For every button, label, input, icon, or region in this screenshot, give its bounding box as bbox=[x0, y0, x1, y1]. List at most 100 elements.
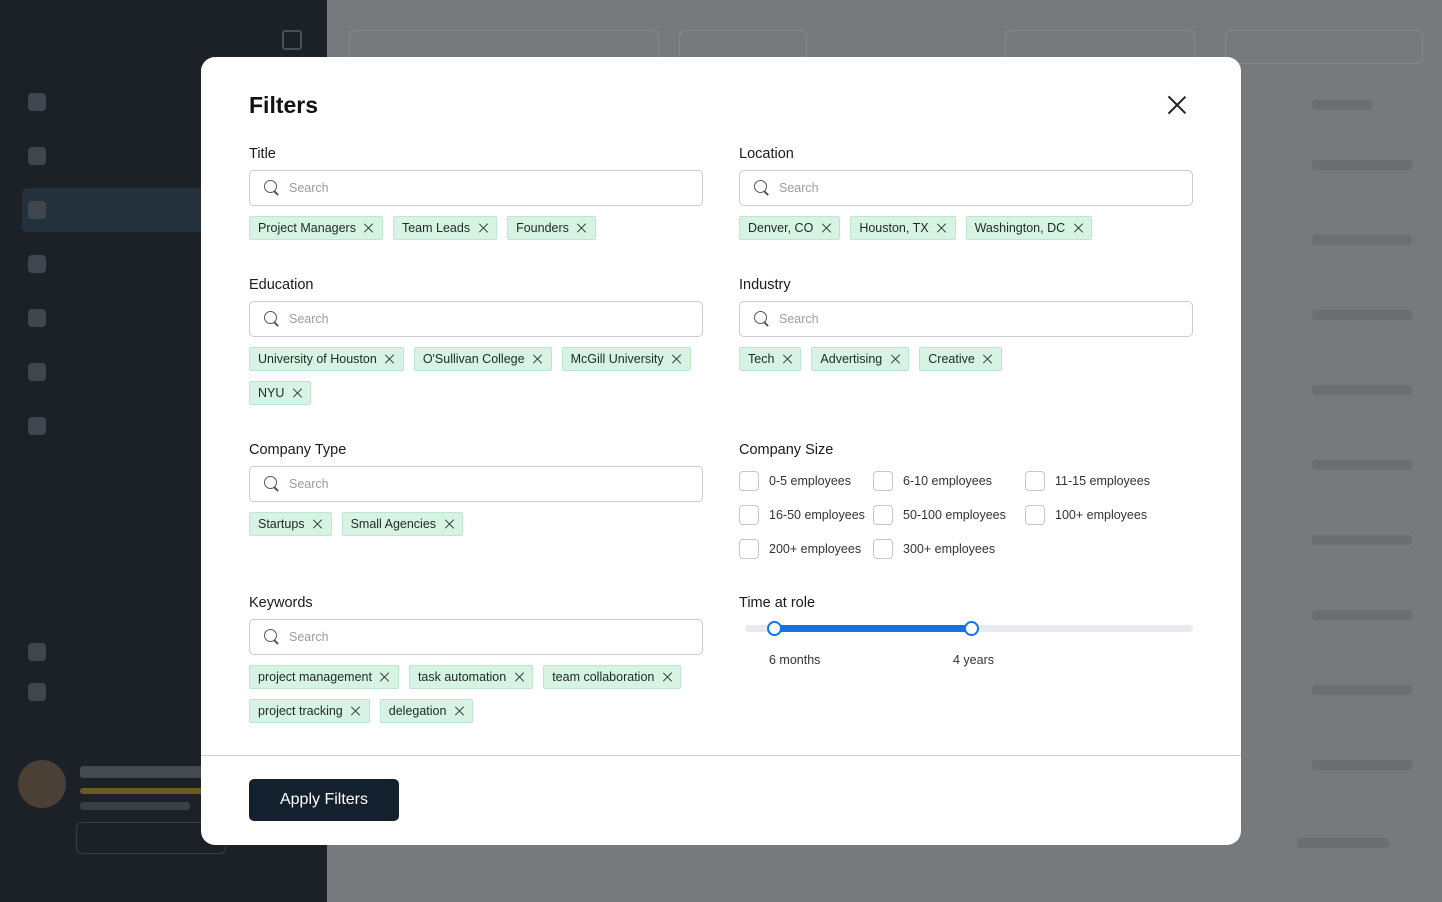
chip-list: Project Managers Team Leads Founders bbox=[249, 216, 703, 240]
location-search-input[interactable] bbox=[779, 181, 1159, 195]
size-option[interactable]: 100+ employees bbox=[1025, 504, 1185, 526]
keywords-search-field[interactable] bbox=[249, 619, 703, 655]
industry-search-field[interactable] bbox=[739, 301, 1193, 337]
nav-icon bbox=[28, 683, 46, 701]
filter-chip: project tracking bbox=[249, 699, 370, 723]
search-icon bbox=[264, 476, 280, 492]
location-search-field[interactable] bbox=[739, 170, 1193, 206]
chip-label: Denver, CO bbox=[748, 221, 814, 235]
filter-chip: Houston, TX bbox=[850, 216, 956, 240]
checkbox-label: 16-50 employees bbox=[769, 508, 865, 522]
checkbox[interactable] bbox=[1025, 471, 1045, 491]
table-cell-placeholder bbox=[1312, 385, 1412, 395]
chip-label: project tracking bbox=[258, 704, 343, 718]
remove-chip-icon[interactable] bbox=[533, 354, 543, 364]
time-at-role-slider[interactable]: 6 months 4 years bbox=[745, 621, 1193, 685]
remove-chip-icon[interactable] bbox=[672, 354, 682, 364]
size-option[interactable]: 50-100 employees bbox=[873, 504, 1025, 526]
remove-chip-icon[interactable] bbox=[1073, 223, 1083, 233]
chip-label: Founders bbox=[516, 221, 569, 235]
size-option[interactable]: 16-50 employees bbox=[739, 504, 873, 526]
slider-max-handle[interactable] bbox=[964, 621, 980, 636]
industry-filter: Industry Tech Advertising Creative bbox=[739, 277, 1193, 371]
size-option[interactable]: 200+ employees bbox=[739, 538, 873, 560]
nav-icon bbox=[28, 643, 46, 661]
table-cell-placeholder bbox=[1312, 460, 1412, 470]
chip-label: team collaboration bbox=[552, 670, 655, 684]
industry-search-input[interactable] bbox=[779, 312, 1159, 326]
remove-chip-icon[interactable] bbox=[351, 706, 361, 716]
size-option[interactable]: 11-15 employees bbox=[1025, 470, 1185, 492]
checkbox[interactable] bbox=[873, 539, 893, 559]
remove-chip-icon[interactable] bbox=[454, 706, 464, 716]
remove-chip-icon[interactable] bbox=[662, 672, 672, 682]
remove-chip-icon[interactable] bbox=[313, 519, 323, 529]
checkbox[interactable] bbox=[873, 505, 893, 525]
remove-chip-icon[interactable] bbox=[821, 223, 831, 233]
nav-icon bbox=[28, 255, 46, 273]
slider-range-fill bbox=[774, 625, 972, 632]
section-label: Company Type bbox=[249, 442, 347, 458]
search-icon bbox=[264, 629, 280, 645]
remove-chip-icon[interactable] bbox=[983, 354, 993, 364]
remove-chip-icon[interactable] bbox=[385, 354, 395, 364]
footer-divider bbox=[201, 755, 1241, 756]
chip-list: project management task automation team … bbox=[249, 665, 703, 723]
size-option[interactable]: 6-10 employees bbox=[873, 470, 1025, 492]
slider-min-label: 6 months bbox=[769, 653, 821, 667]
keywords-search-input[interactable] bbox=[289, 630, 669, 644]
chip-label: University of Houston bbox=[258, 352, 377, 366]
remove-chip-icon[interactable] bbox=[380, 672, 390, 682]
checkbox-label: 6-10 employees bbox=[903, 474, 992, 488]
close-icon[interactable] bbox=[1163, 91, 1191, 119]
remove-chip-icon[interactable] bbox=[292, 388, 302, 398]
apply-filters-button[interactable]: Apply Filters bbox=[249, 779, 399, 821]
filter-chip: project management bbox=[249, 665, 399, 689]
remove-chip-icon[interactable] bbox=[444, 519, 454, 529]
checkbox-label: 11-15 employees bbox=[1055, 474, 1150, 488]
collapse-sidebar-icon bbox=[282, 30, 302, 50]
chip-label: Creative bbox=[928, 352, 975, 366]
company-type-search-input[interactable] bbox=[289, 477, 669, 491]
remove-chip-icon[interactable] bbox=[937, 223, 947, 233]
avatar bbox=[18, 760, 66, 808]
search-icon bbox=[754, 180, 770, 196]
chip-label: Startups bbox=[258, 517, 305, 531]
filter-chip: McGill University bbox=[561, 347, 691, 371]
size-option[interactable]: 0-5 employees bbox=[739, 470, 873, 492]
title-search-field[interactable] bbox=[249, 170, 703, 206]
filter-chip: task automation bbox=[408, 665, 534, 689]
checkbox[interactable] bbox=[739, 505, 759, 525]
remove-chip-icon[interactable] bbox=[782, 354, 792, 364]
education-search-input[interactable] bbox=[289, 312, 669, 326]
chip-label: Washington, DC bbox=[974, 221, 1066, 235]
remove-chip-icon[interactable] bbox=[577, 223, 587, 233]
checkbox[interactable] bbox=[1025, 505, 1045, 525]
company-type-filter: Company Type Startups Small Agencies bbox=[249, 442, 703, 536]
checkbox[interactable] bbox=[739, 539, 759, 559]
chip-list: Tech Advertising Creative bbox=[739, 347, 1193, 371]
checkbox-label: 0-5 employees bbox=[769, 474, 851, 488]
chip-label: McGill University bbox=[570, 352, 664, 366]
education-search-field[interactable] bbox=[249, 301, 703, 337]
remove-chip-icon[interactable] bbox=[514, 672, 524, 682]
section-label: Industry bbox=[739, 277, 791, 293]
remove-chip-icon[interactable] bbox=[364, 223, 374, 233]
remove-chip-icon[interactable] bbox=[478, 223, 488, 233]
checkbox-label: 300+ employees bbox=[903, 542, 996, 556]
title-search-input[interactable] bbox=[289, 181, 669, 195]
nav-icon bbox=[28, 147, 46, 165]
filter-chip: University of Houston bbox=[249, 347, 404, 371]
chip-label: Houston, TX bbox=[859, 221, 929, 235]
chip-list: Denver, CO Houston, TX Washington, DC bbox=[739, 216, 1193, 240]
chip-label: O'Sullivan College bbox=[422, 352, 525, 366]
checkbox[interactable] bbox=[873, 471, 893, 491]
checkbox[interactable] bbox=[739, 471, 759, 491]
chip-label: project management bbox=[258, 670, 372, 684]
size-option[interactable]: 300+ employees bbox=[873, 538, 1025, 560]
company-type-search-field[interactable] bbox=[249, 466, 703, 502]
table-header-placeholder bbox=[1312, 100, 1372, 110]
remove-chip-icon[interactable] bbox=[890, 354, 900, 364]
slider-min-handle[interactable] bbox=[767, 621, 783, 636]
chip-label: NYU bbox=[258, 386, 285, 400]
